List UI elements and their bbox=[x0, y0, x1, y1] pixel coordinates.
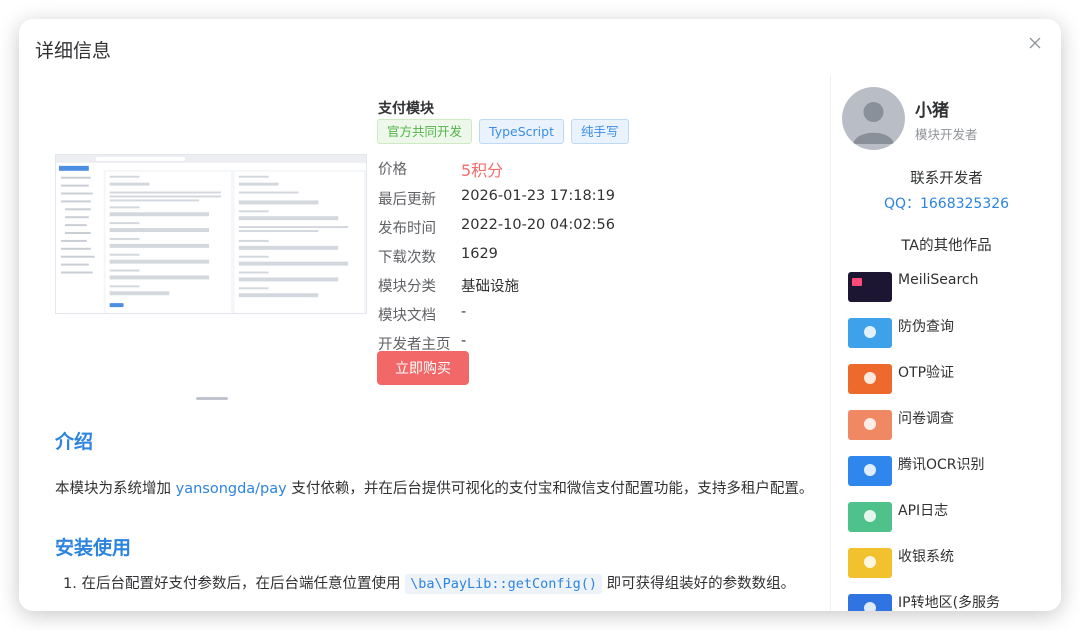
work-label: OTP验证 bbox=[898, 365, 955, 381]
ocr-thumbnail-icon bbox=[848, 456, 892, 486]
price-value: 5积分 bbox=[461, 161, 504, 180]
info-value: 2026-01-23 17:18:19 bbox=[461, 188, 615, 204]
info-value: 1629 bbox=[461, 246, 498, 262]
intro-paragraph: 本模块为系统增加 yansongda/pay 支付依赖，并在后台提供可视化的支付… bbox=[55, 477, 813, 498]
info-value: - bbox=[461, 333, 467, 349]
module-detail-dialog: 详细信息 支付模块 官方共同开发 TypeScript 纯手写 价格 5积分 最… bbox=[19, 19, 1061, 611]
ip-region-thumbnail-icon bbox=[848, 594, 892, 611]
developer-role: 模块开发者 bbox=[915, 127, 978, 142]
work-label: 腾讯OCR识别 bbox=[898, 457, 985, 473]
tag-handwritten: 纯手写 bbox=[570, 119, 629, 144]
work-label: 收银系统 bbox=[898, 549, 954, 565]
dialog-title: 详细信息 bbox=[35, 40, 112, 62]
code-snippet: \ba\PayLib::getConfig() bbox=[405, 574, 602, 594]
work-label: API日志 bbox=[898, 503, 949, 519]
otp-thumbnail-icon bbox=[848, 364, 892, 394]
user-silhouette-icon bbox=[853, 102, 894, 144]
work-item[interactable]: 收银系统 bbox=[848, 548, 954, 578]
intro-heading: 介绍 bbox=[55, 431, 94, 453]
meilisearch-thumbnail-icon bbox=[848, 272, 892, 302]
developer-name: 小猪 bbox=[915, 101, 949, 121]
close-icon[interactable] bbox=[1025, 33, 1045, 53]
info-key: 最后更新 bbox=[378, 192, 436, 208]
info-value: 基础设施 bbox=[461, 279, 519, 295]
yansongda-pay-link[interactable]: yansongda/pay bbox=[176, 481, 287, 497]
install-heading: 安装使用 bbox=[55, 537, 132, 559]
info-key: 发布时间 bbox=[378, 221, 436, 237]
work-item[interactable]: OTP验证 bbox=[848, 364, 954, 394]
module-title: 支付模块 bbox=[378, 101, 434, 117]
work-item[interactable]: MeiliSearch bbox=[848, 272, 978, 302]
work-label: 问卷调查 bbox=[898, 411, 954, 427]
work-item[interactable]: 问卷调查 bbox=[848, 410, 954, 440]
work-label: MeiliSearch bbox=[898, 272, 979, 288]
intro-text: 本模块为系统增加 bbox=[55, 481, 176, 497]
work-item[interactable]: IP转地区(多服务 bbox=[848, 594, 1000, 611]
buy-now-button[interactable]: 立即购买 bbox=[377, 351, 469, 385]
anti-counterfeit-thumbnail-icon bbox=[848, 318, 892, 348]
tag-official: 官方共同开发 bbox=[377, 119, 473, 144]
contact-heading: 联系开发者 bbox=[910, 171, 983, 187]
step-number: 1. bbox=[63, 576, 77, 592]
carousel-indicator[interactable] bbox=[196, 397, 228, 400]
module-tags: 官方共同开发 TypeScript 纯手写 bbox=[377, 119, 629, 144]
intro-text: 支付依赖，并在后台提供可视化的支付宝和微信支付配置功能，支持多租户配置。 bbox=[286, 481, 814, 497]
other-works-heading: TA的其他作品 bbox=[901, 238, 992, 254]
work-label: IP转地区(多服务 bbox=[898, 595, 1001, 611]
info-value: 2022-10-20 04:02:56 bbox=[461, 217, 615, 233]
qq-contact-link[interactable]: QQ：1668325326 bbox=[831, 193, 1061, 213]
detail-main: 支付模块 官方共同开发 TypeScript 纯手写 价格 5积分 最后更新 2… bbox=[19, 75, 830, 611]
info-key: 模块分类 bbox=[378, 279, 436, 295]
info-value: - bbox=[461, 304, 467, 320]
step-text: 即可获得组装好的参数数组。 bbox=[602, 576, 796, 592]
work-item[interactable]: 防伪查询 bbox=[848, 318, 954, 348]
cashier-thumbnail-icon bbox=[848, 548, 892, 578]
module-screenshot[interactable] bbox=[55, 154, 367, 314]
work-label: 防伪查询 bbox=[898, 319, 954, 335]
info-key: 价格 bbox=[378, 162, 407, 178]
info-key: 下载次数 bbox=[378, 250, 436, 266]
info-key: 模块文档 bbox=[378, 308, 436, 324]
install-step-1: 1. 在后台配置好支付参数后，在后台端任意位置使用 \ba\PayLib::ge… bbox=[63, 572, 796, 594]
avatar bbox=[842, 87, 905, 150]
survey-thumbnail-icon bbox=[848, 410, 892, 440]
work-item[interactable]: API日志 bbox=[848, 502, 948, 532]
work-item[interactable]: 腾讯OCR识别 bbox=[848, 456, 985, 486]
tag-typescript: TypeScript bbox=[479, 119, 564, 144]
developer-sidebar: 小猪 模块开发者 联系开发者 QQ：1668325326 TA的其他作品 Mei… bbox=[830, 75, 1061, 611]
api-log-thumbnail-icon bbox=[848, 502, 892, 532]
step-text: 在后台配置好支付参数后，在后台端任意位置使用 bbox=[81, 576, 406, 592]
